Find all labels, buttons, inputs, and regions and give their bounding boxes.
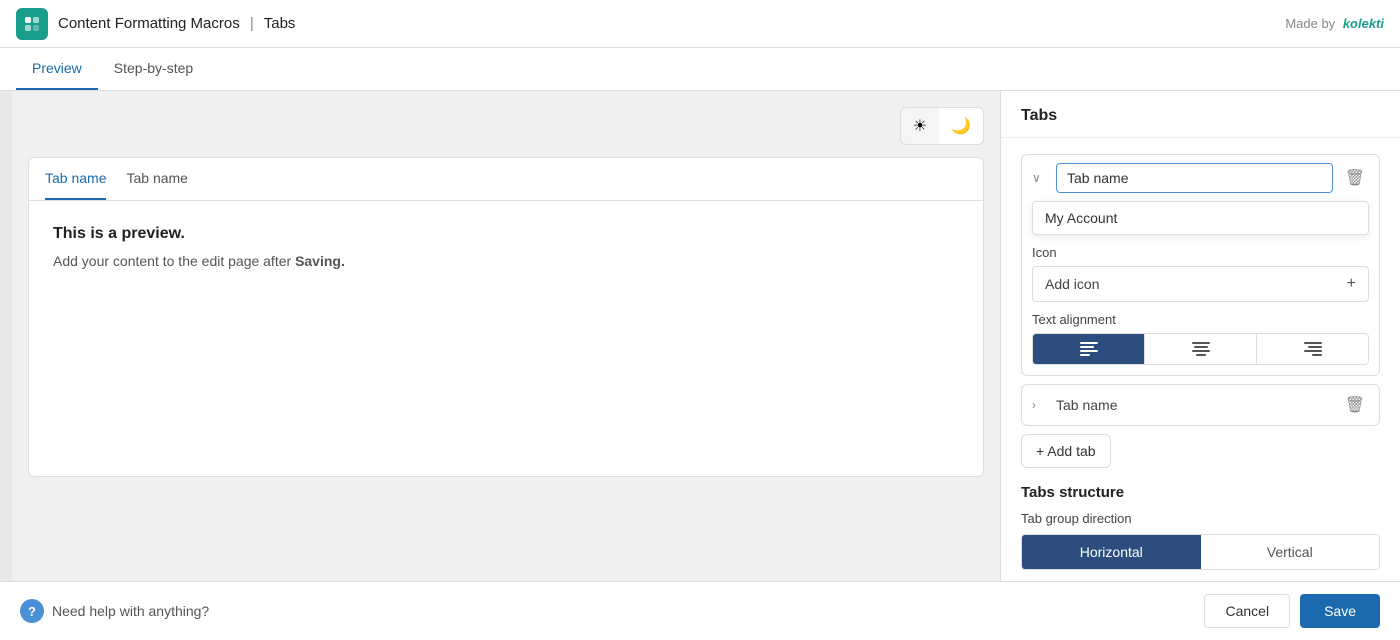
tab-2-chevron[interactable]: › [1032,398,1048,412]
tab-1-name-input[interactable] [1056,163,1333,193]
left-sidebar [0,91,12,581]
footer-actions: Cancel Save [1204,594,1380,628]
tab-step-by-step[interactable]: Step-by-step [98,48,209,90]
nav-tabs: Preview Step-by-step [0,48,1400,91]
suggestion-list: My Account [1032,201,1369,235]
alignment-section: Text alignment [1022,312,1379,375]
preview-heading: This is a preview. [53,225,959,243]
direction-horizontal-button[interactable]: Horizontal [1022,535,1201,569]
preview-tab-1[interactable]: Tab name [45,158,106,200]
preview-tab-2[interactable]: Tab name [126,158,187,200]
tab-item-1: ∨ 🗑 My Account Icon Add icon + [1021,154,1380,376]
suggestion-item-my-account[interactable]: My Account [1033,202,1368,234]
theme-toggle: ☀ 🌙 [900,107,984,145]
preview-content: This is a preview. Add your content to t… [29,201,983,293]
tab-preview[interactable]: Preview [16,48,98,90]
footer: ? Need help with anything? Cancel Save [0,581,1400,640]
tab-1-delete-button[interactable]: 🗑 [1341,166,1369,190]
help-section: ? Need help with anything? [20,599,209,623]
add-tab-button[interactable]: + Add tab [1021,434,1111,468]
icon-label: Icon [1032,245,1369,260]
right-panel: Tabs ∨ 🗑 My Account Icon [1000,91,1400,581]
brand-info: Made by kolekti [1285,16,1384,31]
logo-area: Content Formatting Macros | Tabs [16,8,295,40]
icon-section: Icon Add icon + [1022,245,1379,312]
help-icon: ? [20,599,44,623]
align-center-button[interactable] [1145,334,1257,364]
add-icon-button[interactable]: Add icon + [1032,266,1369,302]
main-layout: ☀ 🌙 Tab name Tab name This is a preview.… [0,91,1400,581]
left-panel: ☀ 🌙 Tab name Tab name This is a preview.… [12,91,1000,581]
tab-item-2: › Tab name 🗑 [1021,384,1380,426]
preview-tabs: Tab name Tab name [29,158,983,201]
tab-2-header: › Tab name 🗑 [1022,385,1379,425]
tab-1-header: ∨ 🗑 [1022,155,1379,201]
direction-vertical-button[interactable]: Vertical [1201,535,1380,569]
cancel-button[interactable]: Cancel [1204,594,1290,628]
tab-2-name: Tab name [1056,397,1333,413]
tab-2-delete-button[interactable]: 🗑 [1341,393,1369,417]
right-panel-title: Tabs [1001,91,1400,138]
preview-body: Add your content to the edit page after … [53,253,959,269]
direction-buttons: Horizontal Vertical [1021,534,1380,570]
tab-1-chevron[interactable]: ∨ [1032,171,1048,185]
right-panel-body: ∨ 🗑 My Account Icon Add icon + [1001,138,1400,581]
preview-card: Tab name Tab name This is a preview. Add… [28,157,984,477]
help-text: Need help with anything? [52,603,209,619]
top-bar: Content Formatting Macros | Tabs Made by… [0,0,1400,48]
moon-theme-button[interactable]: 🌙 [939,108,983,144]
save-button[interactable]: Save [1300,594,1380,628]
align-right-button[interactable] [1257,334,1368,364]
align-left-button[interactable] [1033,334,1145,364]
direction-label: Tab group direction [1021,511,1380,526]
sun-theme-button[interactable]: ☀ [901,108,939,144]
structure-section: Tabs structure Tab group direction Horiz… [1021,484,1380,570]
logo-icon [16,8,48,40]
app-title: Content Formatting Macros | Tabs [58,15,295,32]
alignment-label: Text alignment [1032,312,1369,327]
structure-title: Tabs structure [1021,484,1380,501]
alignment-buttons [1032,333,1369,365]
tab-1-suggestion-dropdown: My Account [1032,201,1369,235]
